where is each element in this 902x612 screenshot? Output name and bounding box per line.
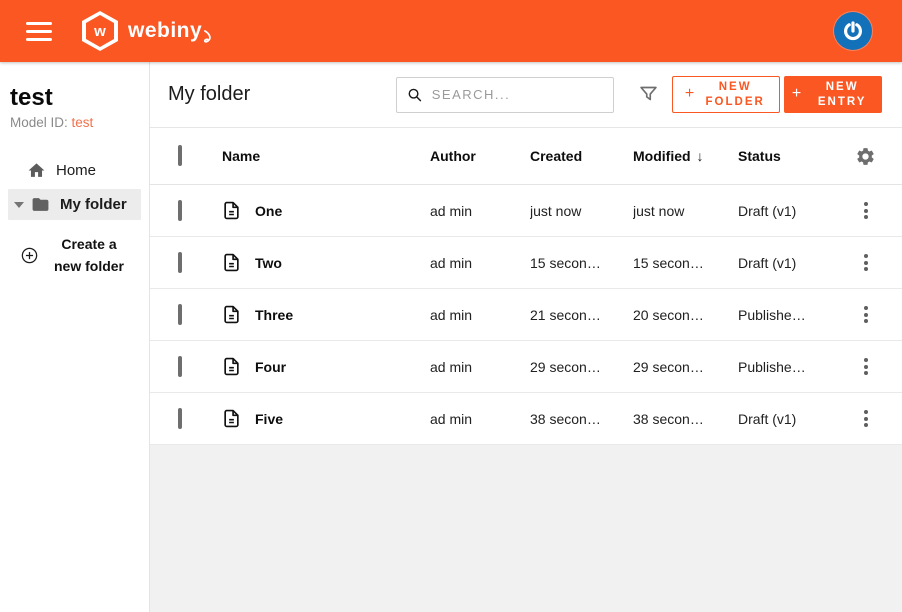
entry-created: 15 secon… <box>530 255 633 271</box>
search-icon <box>407 86 423 104</box>
row-menu-kebab-icon[interactable] <box>854 300 878 329</box>
row-menu-kebab-icon[interactable] <box>854 196 878 225</box>
webiny-app-window: w webiny test Model ID: test <box>0 0 902 612</box>
entry-modified: 15 secon… <box>633 255 738 271</box>
entry-status: Draft (v1) <box>738 255 850 271</box>
model-title: test <box>10 84 149 112</box>
power-swirl-icon <box>841 19 865 43</box>
entry-name: Three <box>255 307 293 323</box>
table-row[interactable]: Five ad min 38 secon… 38 secon… Draft (v… <box>150 393 902 445</box>
new-folder-label: NEW FOLDER <box>703 80 767 110</box>
row-checkbox[interactable] <box>178 200 182 221</box>
model-id-value: test <box>72 115 94 130</box>
document-icon <box>222 305 241 324</box>
select-all-checkbox[interactable] <box>178 145 182 166</box>
brand-curl-icon <box>203 30 214 45</box>
sidebar-item-home[interactable]: Home <box>0 154 149 187</box>
entry-status: Publishe… <box>738 307 850 323</box>
document-icon <box>222 409 241 428</box>
document-icon <box>222 201 241 220</box>
entry-modified: 38 secon… <box>633 411 738 427</box>
search-box <box>396 77 614 113</box>
entry-name: One <box>255 203 282 219</box>
sidebar-item-my-folder[interactable]: My folder <box>8 189 141 220</box>
table-row[interactable]: Three ad min 21 secon… 20 secon… Publish… <box>150 289 902 341</box>
folder-icon <box>31 195 50 214</box>
entries-table: Name Author Created Modified↓ Status <box>150 128 902 445</box>
hamburger-menu-icon[interactable] <box>26 22 52 41</box>
row-checkbox[interactable] <box>178 356 182 377</box>
sidebar-item-label: Home <box>56 162 96 179</box>
entry-name: Five <box>255 411 283 427</box>
model-id-label: Model ID: <box>10 115 68 130</box>
filter-icon[interactable] <box>638 84 659 105</box>
folder-tree: Home My folder Create a new folder <box>0 154 149 277</box>
entry-author: ad min <box>430 203 530 219</box>
sort-descending-icon: ↓ <box>697 148 704 164</box>
entry-name: Four <box>255 359 286 375</box>
webiny-hexagon-icon: w <box>82 11 118 51</box>
plus-circle-icon <box>20 246 39 265</box>
entry-status: Publishe… <box>738 359 850 375</box>
entry-modified: 20 secon… <box>633 307 738 323</box>
entry-created: 38 secon… <box>530 411 633 427</box>
create-new-folder-button[interactable]: Create a new folder <box>0 222 149 277</box>
chevron-down-icon[interactable] <box>14 202 24 208</box>
page-title: My folder <box>168 83 250 106</box>
column-header-created[interactable]: Created <box>530 148 633 164</box>
table-header-row: Name Author Created Modified↓ Status <box>150 128 902 185</box>
entry-author: ad min <box>430 411 530 427</box>
column-header-name[interactable]: Name <box>222 148 430 164</box>
row-checkbox[interactable] <box>178 304 182 325</box>
column-header-author[interactable]: Author <box>430 148 530 164</box>
entry-created: 29 secon… <box>530 359 633 375</box>
column-header-modified[interactable]: Modified↓ <box>633 148 738 164</box>
top-header-bar: w webiny <box>0 0 902 62</box>
sidebar: test Model ID: test Home My folder <box>0 62 150 612</box>
new-entry-label: NEW ENTRY <box>810 80 874 110</box>
entry-author: ad min <box>430 255 530 271</box>
document-icon <box>222 357 241 376</box>
entry-created: just now <box>530 203 633 219</box>
webiny-logo[interactable]: w webiny <box>82 11 214 51</box>
new-folder-button[interactable]: + NEW FOLDER <box>672 76 780 113</box>
row-menu-kebab-icon[interactable] <box>854 352 878 381</box>
table-settings-gear-icon[interactable] <box>854 146 876 167</box>
row-menu-kebab-icon[interactable] <box>854 248 878 277</box>
row-checkbox[interactable] <box>178 252 182 273</box>
entry-author: ad min <box>430 359 530 375</box>
folder-toolbar: My folder + NEW FOLDER + NEW ENTRY <box>150 62 902 128</box>
entry-modified: just now <box>633 203 738 219</box>
table-row[interactable]: One ad min just now just now Draft (v1) <box>150 185 902 237</box>
table-row[interactable]: Two ad min 15 secon… 15 secon… Draft (v1… <box>150 237 902 289</box>
home-icon <box>27 161 46 180</box>
row-checkbox[interactable] <box>178 408 182 429</box>
model-id-line: Model ID: test <box>10 115 149 130</box>
document-icon <box>222 253 241 272</box>
plus-icon: + <box>792 84 801 105</box>
empty-area <box>150 445 902 612</box>
entry-status: Draft (v1) <box>738 411 850 427</box>
create-folder-label: Create a new folder <box>46 234 132 277</box>
row-menu-kebab-icon[interactable] <box>854 404 878 433</box>
entry-status: Draft (v1) <box>738 203 850 219</box>
new-entry-button[interactable]: + NEW ENTRY <box>784 76 882 113</box>
user-avatar-button[interactable] <box>834 12 872 50</box>
sidebar-item-label: My folder <box>60 196 127 213</box>
main-panel: My folder + NEW FOLDER + NEW ENTRY <box>150 62 902 612</box>
entry-modified: 29 secon… <box>633 359 738 375</box>
entry-name: Two <box>255 255 282 271</box>
entry-author: ad min <box>430 307 530 323</box>
table-row[interactable]: Four ad min 29 secon… 29 secon… Publishe… <box>150 341 902 393</box>
column-header-status[interactable]: Status <box>738 148 850 164</box>
brand-name: webiny <box>128 19 202 43</box>
search-input[interactable] <box>432 87 603 102</box>
entry-created: 21 secon… <box>530 307 633 323</box>
logo-letter: w <box>94 23 106 40</box>
plus-icon: + <box>685 84 694 105</box>
